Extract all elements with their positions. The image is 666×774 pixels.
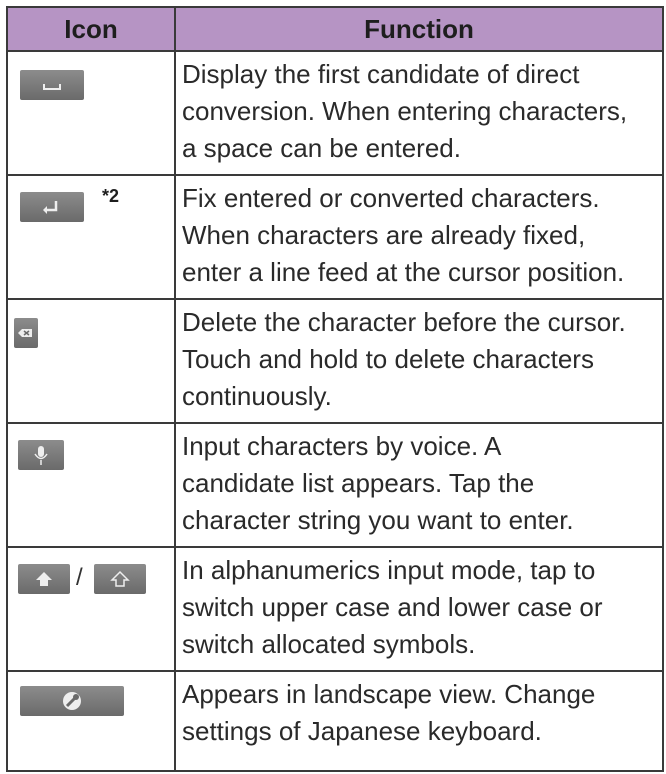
shift-filled-key-icon <box>18 564 70 594</box>
header-icon: Icon <box>64 14 118 44</box>
function-text: Appears in landscape view. Change settin… <box>182 679 596 746</box>
table-row: Display the first candidate of direct co… <box>8 52 662 176</box>
function-text: Delete the character before the cursor. … <box>182 307 626 411</box>
function-text: In alphanumerics input mode, tap to swit… <box>182 555 603 659</box>
function-table: Icon Function Display the first candidat… <box>6 6 664 772</box>
table-row: *2 Fix entered or converted characters. … <box>8 176 662 300</box>
function-text: Display the first candidate of direct co… <box>182 59 628 163</box>
shift-outline-key-icon <box>94 564 146 594</box>
column-divider <box>174 8 176 770</box>
settings-key-icon <box>20 686 124 716</box>
table-row: / In alphanumerics input mode, tap to sw… <box>8 548 662 672</box>
table-row: Input characters by voice. A candidate l… <box>8 424 662 548</box>
icon-separator: / <box>76 564 83 591</box>
header-function: Function <box>364 14 474 44</box>
enter-key-icon <box>20 192 84 222</box>
delete-key-icon <box>14 318 38 348</box>
space-key-icon <box>20 70 84 100</box>
table-header: Icon Function <box>8 8 662 52</box>
table-row: Appears in landscape view. Change settin… <box>8 672 662 770</box>
function-text: Input characters by voice. A candidate l… <box>182 431 574 535</box>
table-row: Delete the character before the cursor. … <box>8 300 662 424</box>
footnote-marker: *2 <box>102 186 120 206</box>
function-text: Fix entered or converted characters. Whe… <box>182 183 625 287</box>
microphone-key-icon <box>18 440 64 470</box>
